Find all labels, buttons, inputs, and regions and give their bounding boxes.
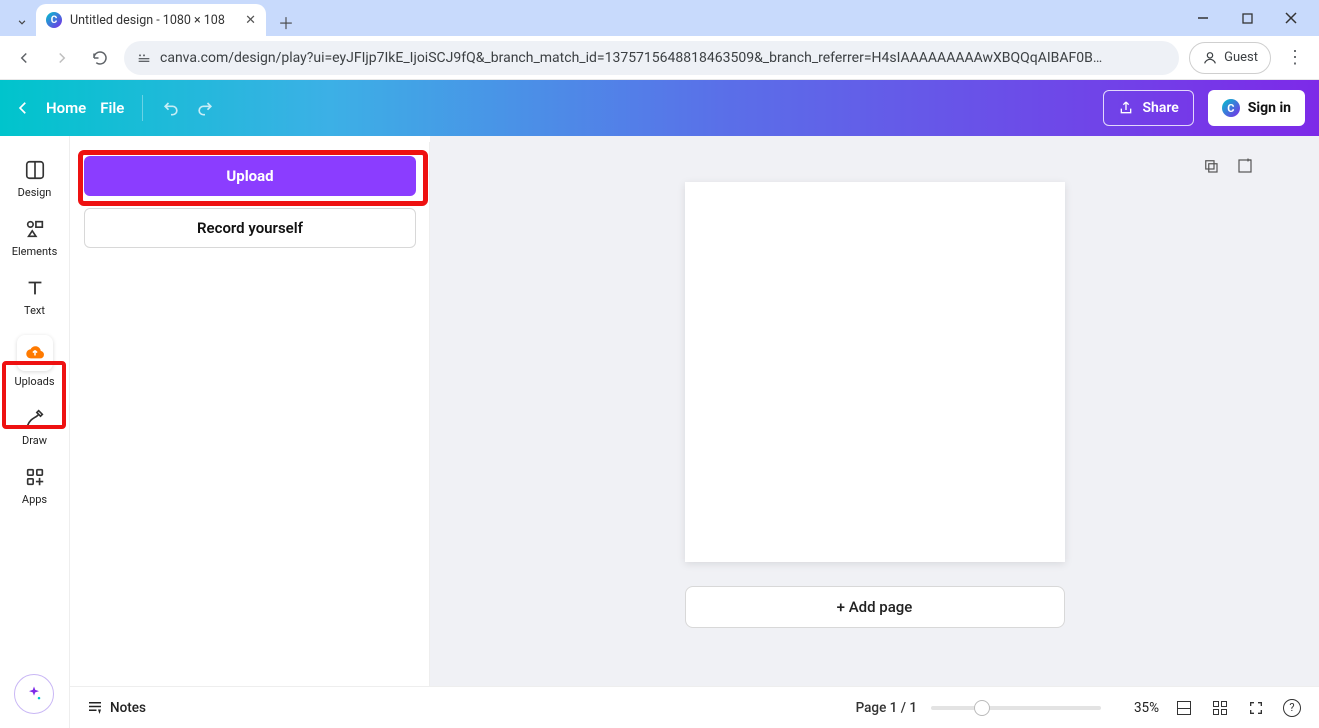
magic-button[interactable]: [14, 674, 54, 714]
app-body: Design Elements Text Uploads Draw Apps 1: [0, 136, 1319, 728]
text-icon: [23, 276, 47, 300]
signin-button[interactable]: C Sign in: [1208, 90, 1305, 126]
elements-icon: [23, 217, 47, 241]
share-label: Share: [1142, 100, 1178, 116]
design-icon: [23, 158, 47, 182]
maximize-icon[interactable]: [1225, 3, 1269, 33]
guest-label: Guest: [1224, 50, 1258, 65]
rail-item-uploads[interactable]: Uploads: [6, 329, 64, 394]
page-indicator[interactable]: Page 1 / 1: [856, 700, 917, 716]
canva-logo-icon: C: [1222, 99, 1240, 117]
profile-guest-button[interactable]: Guest: [1189, 42, 1271, 74]
tab-close-icon[interactable]: ✕: [245, 13, 256, 28]
add-page-button[interactable]: + Add page: [685, 586, 1065, 628]
redo-icon[interactable]: [195, 98, 215, 118]
new-tab-button[interactable]: ＋: [272, 8, 300, 36]
url-text: canva.com/design/play?ui=eyJFIjp7IkE_Ijo…: [160, 50, 1102, 66]
canvas-area: + Add page: [430, 136, 1319, 728]
help-icon[interactable]: ?: [1281, 697, 1303, 719]
notes-button[interactable]: Notes: [86, 699, 146, 717]
side-rail: Design Elements Text Uploads Draw Apps 1: [0, 136, 70, 728]
upload-button[interactable]: Upload: [84, 156, 416, 196]
user-icon: [1202, 50, 1218, 66]
sparkle-icon: [24, 684, 44, 704]
tabs-dropdown-icon[interactable]: [8, 8, 36, 36]
url-input[interactable]: canva.com/design/play?ui=eyJFIjp7IkE_Ijo…: [124, 41, 1179, 75]
minimize-icon[interactable]: [1181, 3, 1225, 33]
upload-label: Upload: [226, 167, 273, 185]
app-header: Home File Share C Sign in: [0, 80, 1319, 136]
page-toolbar: [875, 156, 1255, 176]
window-controls: [1181, 0, 1319, 36]
browser-reload-icon[interactable]: [86, 44, 114, 72]
fullscreen-icon[interactable]: [1245, 697, 1267, 719]
browser-back-icon[interactable]: [10, 44, 38, 72]
rail-label: Text: [24, 304, 45, 317]
rail-item-elements[interactable]: Elements: [6, 211, 64, 264]
page-view-icon[interactable]: [1173, 697, 1195, 719]
browser-forward-icon[interactable]: [48, 44, 76, 72]
add-empty-page-icon[interactable]: [1235, 156, 1255, 176]
header-back-icon[interactable]: [14, 99, 32, 117]
tab-strip: C Untitled design - 1080 × 108 ✕ ＋: [0, 0, 1319, 36]
duplicate-page-icon[interactable]: [1201, 156, 1221, 176]
grid-view-icon[interactable]: [1209, 697, 1231, 719]
record-yourself-button[interactable]: Record yourself: [84, 208, 416, 248]
uploads-panel: 2 Upload Record yourself: [70, 142, 430, 720]
zoom-slider[interactable]: [931, 706, 1101, 710]
rail-item-apps[interactable]: Apps: [6, 459, 64, 512]
add-page-label: + Add page: [837, 598, 913, 616]
browser-chrome: C Untitled design - 1080 × 108 ✕ ＋ canva…: [0, 0, 1319, 80]
notes-icon: [86, 699, 104, 717]
home-link[interactable]: Home: [46, 99, 86, 117]
draw-icon: [23, 406, 47, 430]
canva-favicon: C: [46, 12, 62, 28]
signin-label: Sign in: [1248, 100, 1291, 116]
site-settings-icon[interactable]: [136, 50, 152, 66]
zoom-thumb[interactable]: [974, 700, 990, 716]
browser-menu-icon[interactable]: ⋮: [1281, 44, 1309, 72]
tab-title: Untitled design - 1080 × 108: [70, 13, 237, 28]
rail-label: Apps: [22, 493, 47, 506]
bottom-bar: Notes Page 1 / 1 35% ?: [70, 686, 1319, 728]
close-window-icon[interactable]: [1269, 3, 1313, 33]
record-label: Record yourself: [197, 219, 303, 237]
undo-icon[interactable]: [161, 98, 181, 118]
browser-tab[interactable]: C Untitled design - 1080 × 108 ✕: [36, 4, 266, 36]
rail-label: Design: [18, 186, 52, 199]
apps-icon: [23, 465, 47, 489]
rail-item-text[interactable]: Text: [6, 270, 64, 323]
address-bar: canva.com/design/play?ui=eyJFIjp7IkE_Ijo…: [0, 36, 1319, 80]
rail-label: Draw: [22, 434, 47, 447]
rail-item-draw[interactable]: Draw: [6, 400, 64, 453]
share-icon: [1118, 100, 1134, 116]
file-menu[interactable]: File: [100, 99, 124, 117]
share-button[interactable]: Share: [1103, 90, 1193, 126]
rail-label: Elements: [12, 245, 58, 258]
notes-label: Notes: [110, 700, 146, 716]
divider: [142, 95, 143, 121]
uploads-icon: [23, 341, 47, 365]
rail-item-design[interactable]: Design: [6, 152, 64, 205]
rail-label: Uploads: [14, 375, 54, 388]
zoom-percent[interactable]: 35%: [1115, 700, 1159, 716]
canvas-page[interactable]: [685, 182, 1065, 562]
